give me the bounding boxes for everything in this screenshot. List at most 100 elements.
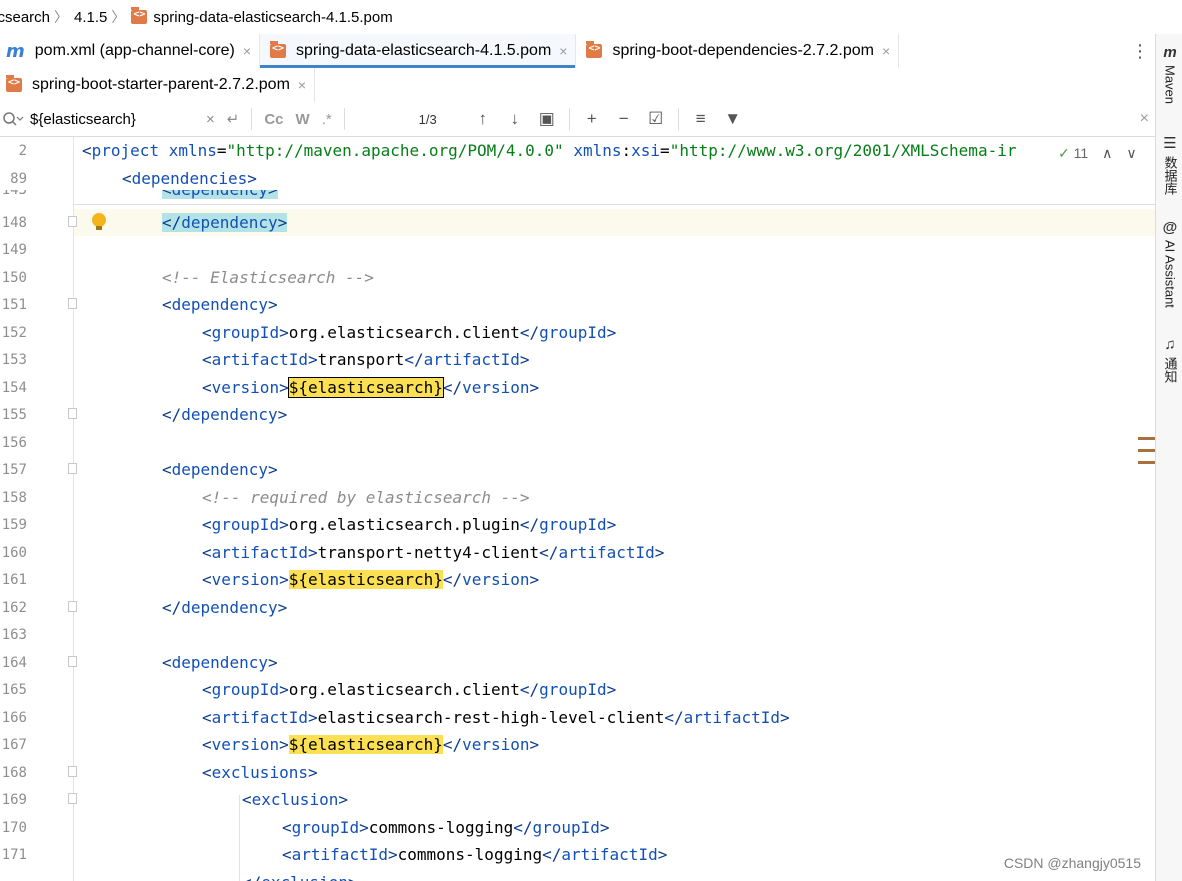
- close-icon[interactable]: ×: [882, 43, 890, 59]
- breadcrumb-item-artifact[interactable]: ticsearch: [0, 9, 50, 26]
- close-icon[interactable]: ×: [298, 77, 306, 93]
- code-editor[interactable]: 2 <project xmlns="http://maven.apache.or…: [0, 137, 1155, 881]
- code-line-150: <!-- Elasticsearch -->: [162, 268, 374, 287]
- fold-marker[interactable]: [68, 793, 77, 804]
- remove-occurrence-icon[interactable]: −: [608, 109, 640, 129]
- line-number: 162: [1, 600, 27, 616]
- code-text: <dependency>: [162, 190, 278, 199]
- filter-search-results-icon[interactable]: ≡: [685, 109, 717, 129]
- search-match: ${elasticsearch}: [288, 735, 443, 754]
- line-number: 155: [1, 407, 27, 423]
- code-line-162: </dependency>: [162, 598, 288, 617]
- inspection-ok-icon: ✓ 11: [1058, 145, 1089, 161]
- line-number: 152: [1, 325, 27, 341]
- line-number: 148: [1, 215, 27, 231]
- bell-icon: ♫: [1164, 336, 1176, 353]
- notifications-tool-button[interactable]: ♫ 通知: [1159, 336, 1181, 383]
- next-occurrence-icon[interactable]: ↓: [499, 109, 531, 129]
- search-icon[interactable]: [2, 111, 24, 127]
- sticky-partial-line: 143 <dependency>: [0, 190, 1155, 204]
- maven-tool-button[interactable]: m Maven: [1159, 44, 1181, 104]
- line-number: 169: [1, 792, 27, 808]
- intention-bulb-icon[interactable]: [92, 213, 106, 230]
- line-number: 160: [1, 545, 27, 561]
- line-number: 158: [1, 490, 27, 506]
- xml-file-icon: [270, 41, 287, 58]
- line-number: 151: [1, 297, 27, 313]
- open-in-window-icon[interactable]: ▣: [531, 109, 563, 129]
- line-number: 171: [1, 847, 27, 863]
- find-bar: × ↵ Cc W .* 1/3 ↑ ↓ ▣ + − ☑ ≡ ▼ ×: [0, 102, 1157, 137]
- code-line-153: <artifactId>transport</artifactId>: [202, 350, 530, 369]
- scrollbar-markers[interactable]: [1138, 437, 1155, 473]
- close-icon[interactable]: ×: [243, 43, 251, 59]
- breadcrumb-separator: 〉: [54, 9, 69, 25]
- breadcrumb-item-file[interactable]: spring-data-elasticsearch-4.1.5.pom: [131, 7, 393, 26]
- fold-marker[interactable]: [68, 408, 77, 419]
- code-line-157: <dependency>: [162, 460, 278, 479]
- scroll-marker: [1138, 461, 1155, 464]
- divider: [677, 108, 679, 130]
- tab-spring-boot-starter-parent[interactable]: spring-boot-starter-parent-2.7.2.pom ×: [0, 68, 316, 102]
- xml-file-icon: [6, 75, 22, 92]
- watermark: CSDN @zhangjy0515: [1003, 855, 1141, 871]
- tab-label: spring-boot-dependencies-2.7.2.pom: [612, 42, 874, 59]
- clear-search-icon[interactable]: ×: [206, 111, 215, 128]
- code-line-160: <artifactId>transport-netty4-client</art…: [202, 543, 665, 562]
- line-number: 161: [1, 572, 27, 588]
- database-tool-button[interactable]: ☰ 数据库: [1159, 134, 1181, 195]
- code-line-161: <version>${elasticsearch}</version>: [202, 570, 540, 589]
- fold-marker[interactable]: [68, 656, 77, 667]
- tab-pom-app-channel-core[interactable]: m pom.xml (app-channel-core) ×: [0, 34, 261, 68]
- tool-label: 数据库: [1162, 156, 1178, 195]
- code-line-158: <!-- required by elasticsearch -->: [202, 488, 530, 507]
- breadcrumb: ticsearch 〉 4.1.5 〉 spring-data-elastics…: [0, 0, 1157, 35]
- code-line-167: <version>${elasticsearch}</version>: [202, 735, 540, 754]
- previous-occurrence-icon[interactable]: ↑: [467, 109, 499, 129]
- ai-assistant-icon: @: [1162, 219, 1178, 236]
- editor-tabs-row-2: spring-boot-starter-parent-2.7.2.pom ×: [0, 68, 1157, 103]
- line-number: 157: [1, 462, 27, 478]
- tab-label: spring-boot-starter-parent-2.7.2.pom: [32, 76, 290, 93]
- code-line-171: <artifactId>commons-logging</artifactId>: [282, 845, 668, 864]
- search-input[interactable]: [30, 110, 200, 128]
- inspection-widget[interactable]: ✓ 11 ∧ ∨: [1058, 145, 1137, 162]
- breadcrumb-separator: 〉: [111, 9, 126, 25]
- fold-marker[interactable]: [68, 216, 77, 227]
- match-case-icon[interactable]: Cc: [264, 111, 283, 128]
- regex-icon[interactable]: .*: [322, 111, 332, 128]
- add-occurrence-icon[interactable]: +: [576, 109, 608, 129]
- line-number: 153: [1, 352, 27, 368]
- tab-spring-data-elasticsearch[interactable]: spring-data-elasticsearch-4.1.5.pom ×: [260, 34, 577, 68]
- code-line-169: <exclusion>: [242, 790, 348, 809]
- code-line-172-partial: </exclusion>: [242, 873, 358, 881]
- select-all-occurrences-icon[interactable]: ☑: [640, 109, 672, 129]
- new-line-icon[interactable]: ↵: [227, 110, 240, 128]
- code-line-148: </dependency>: [162, 213, 288, 232]
- close-icon[interactable]: ×: [1140, 110, 1149, 128]
- whole-words-icon[interactable]: W: [296, 111, 310, 128]
- ai-assistant-tool-button[interactable]: @ AI Assistant: [1159, 219, 1181, 308]
- fold-marker[interactable]: [68, 766, 77, 777]
- close-icon[interactable]: ×: [559, 43, 567, 59]
- code-line-155: </dependency>: [162, 405, 288, 424]
- line-number: 167: [1, 737, 27, 753]
- fold-marker[interactable]: [68, 601, 77, 612]
- tab-spring-boot-dependencies[interactable]: spring-boot-dependencies-2.7.2.pom ×: [576, 34, 900, 68]
- breadcrumb-item-version[interactable]: 4.1.5: [74, 9, 107, 26]
- code-line-164: <dependency>: [162, 653, 278, 672]
- sticky-project-line: <project xmlns="http://maven.apache.org/…: [82, 141, 1017, 160]
- indent-guide: [239, 795, 240, 881]
- tab-overflow-menu-icon[interactable]: ⋮: [1123, 34, 1157, 68]
- fold-marker[interactable]: [68, 463, 77, 474]
- filter-icon[interactable]: ▼: [717, 109, 749, 129]
- code-line-159: <groupId>org.elasticsearch.plugin</group…: [202, 515, 617, 534]
- divider: [568, 108, 570, 130]
- code-line-152: <groupId>org.elasticsearch.client</group…: [202, 323, 617, 342]
- line-number: 89: [10, 171, 27, 187]
- previous-highlight-icon[interactable]: ∧: [1102, 145, 1112, 162]
- maven-icon: m: [6, 40, 25, 62]
- next-highlight-icon[interactable]: ∨: [1126, 145, 1136, 162]
- divider: [251, 108, 253, 130]
- fold-marker[interactable]: [68, 298, 77, 309]
